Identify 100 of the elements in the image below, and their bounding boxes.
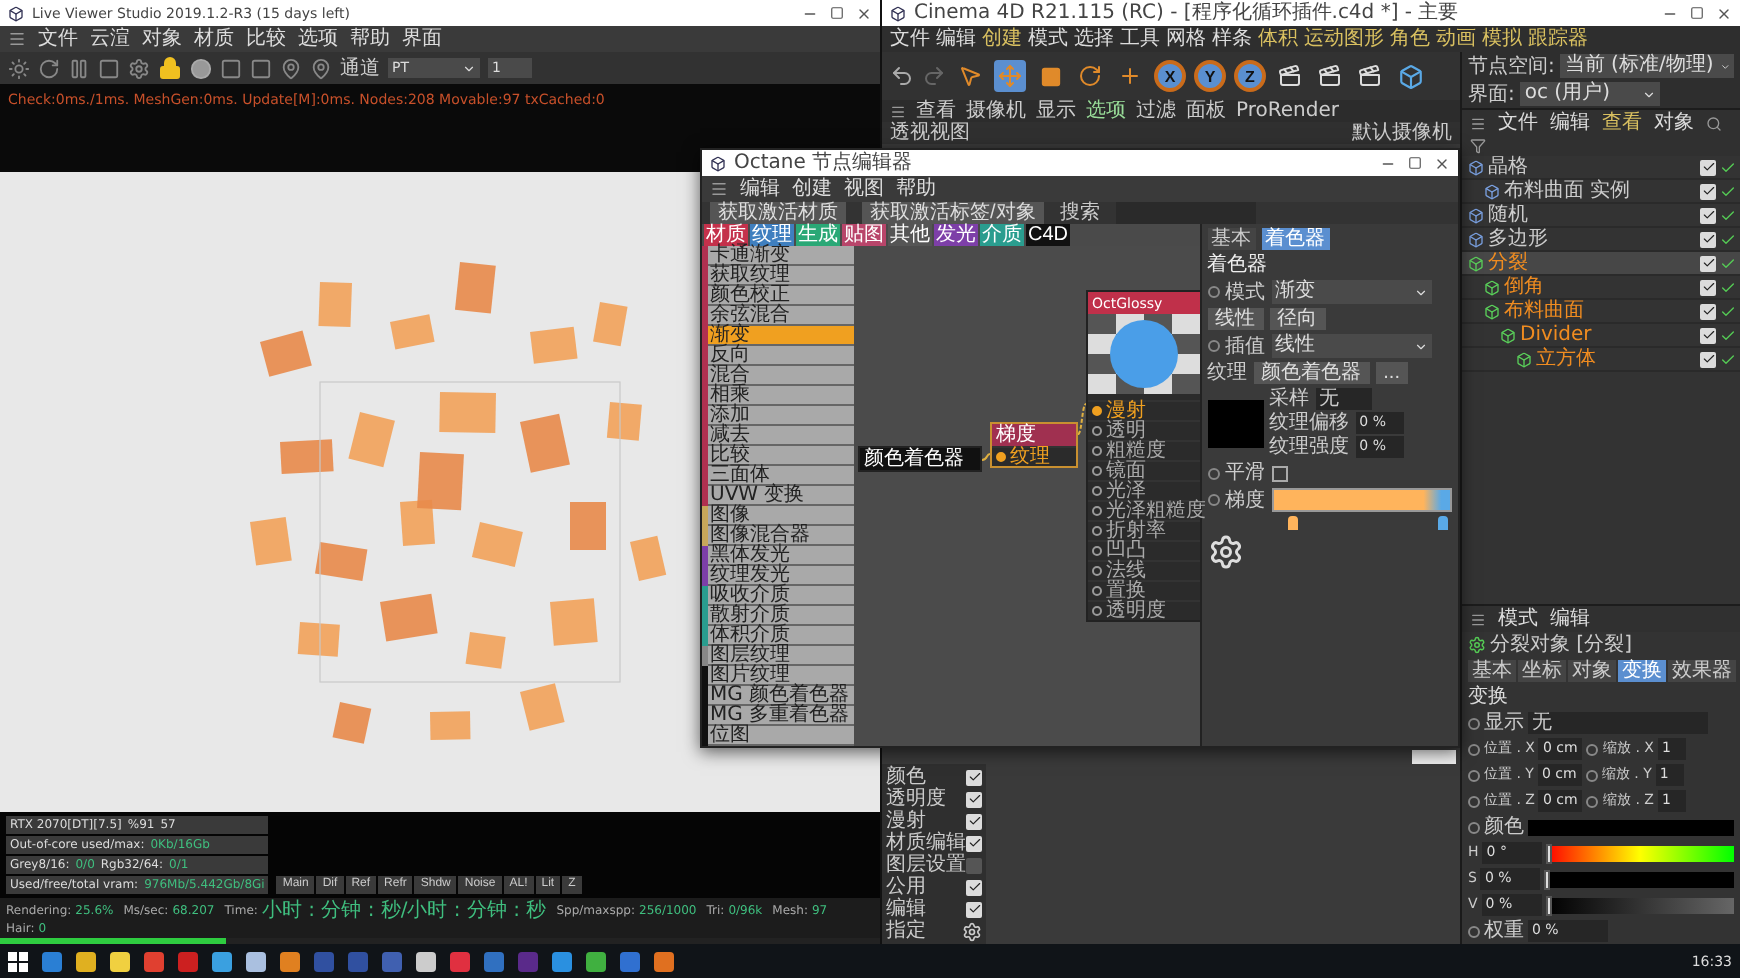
menu-item[interactable]: 选择	[1074, 28, 1114, 50]
color-swatch[interactable]	[1528, 819, 1734, 835]
node-list-item[interactable]: 图片纹理	[702, 666, 854, 686]
node-list-item[interactable]: 图像	[702, 506, 854, 526]
node-list-item[interactable]: 获取纹理	[702, 266, 854, 286]
lock-icon[interactable]	[158, 56, 182, 80]
mode-dropdown[interactable]: 渐变	[1271, 280, 1432, 304]
slider-thumb[interactable]	[1544, 869, 1551, 889]
menu-item[interactable]: 界面	[402, 28, 442, 50]
axis-button[interactable]: X	[1154, 60, 1186, 92]
channel-checkbox[interactable]	[966, 769, 982, 785]
node-list-item[interactable]: 三面体	[702, 466, 854, 486]
square-icon[interactable]	[98, 57, 120, 79]
menu-item[interactable]: 模式	[1498, 608, 1538, 630]
menu-item[interactable]: 编辑	[936, 28, 976, 50]
category-tab[interactable]: 其他	[888, 224, 932, 246]
tab[interactable]: 对象	[1568, 660, 1616, 682]
tab[interactable]: 效果器	[1668, 660, 1736, 682]
clapperboard-icon[interactable]	[1314, 60, 1346, 92]
layer-checkbox[interactable]	[1700, 183, 1716, 199]
maximize-icon[interactable]	[830, 6, 844, 20]
node-list-item[interactable]: 混合	[702, 366, 854, 386]
axis-button[interactable]: Z	[1234, 60, 1266, 92]
node-list-item[interactable]: 比较	[702, 446, 854, 466]
pin-icon[interactable]	[280, 57, 302, 79]
object-row[interactable]: 倒角	[1462, 276, 1740, 300]
object-row[interactable]: 布料曲面	[1462, 300, 1740, 324]
mode-button[interactable]: 线性	[1207, 308, 1264, 330]
menu-item[interactable]: 模式	[1028, 28, 1068, 50]
clapperboard-icon[interactable]	[1274, 60, 1306, 92]
mode-button[interactable]: 径向	[1269, 308, 1326, 330]
viewport-menu-item[interactable]: 面板	[1186, 100, 1226, 122]
menu-item[interactable]: 创建	[792, 178, 832, 200]
node-list-item[interactable]: 体积介质	[702, 626, 854, 646]
shader-node[interactable]: 颜色着色器	[858, 446, 982, 472]
filter-icon[interactable]	[1470, 138, 1486, 154]
close-icon[interactable]	[1716, 5, 1732, 21]
menu-item[interactable]: 云渲	[90, 28, 130, 50]
category-tab[interactable]: 纹理	[750, 224, 794, 246]
slider-thumb[interactable]	[1545, 895, 1552, 915]
menu-icon[interactable]	[710, 180, 728, 198]
viewport-menu-item[interactable]: ProRender	[1236, 100, 1339, 122]
menu-item[interactable]: 帮助	[350, 28, 390, 50]
node-list-item[interactable]: 余弦混合	[702, 306, 854, 326]
node-list-item[interactable]: MG 多重着色器	[702, 706, 854, 726]
object-row[interactable]: 布料曲面 实例	[1462, 180, 1740, 204]
node-list-item[interactable]: 卡通渐变	[702, 246, 854, 266]
layer-checkbox[interactable]	[1700, 255, 1716, 271]
channel-checkbox[interactable]	[966, 791, 982, 807]
interpolation-dropdown[interactable]: 线性	[1271, 334, 1432, 358]
viewport-menu-item[interactable]: 显示	[1036, 100, 1076, 122]
menu-item[interactable]: 编辑	[740, 178, 780, 200]
gradient-node[interactable]: 梯度 纹理	[990, 422, 1078, 468]
layer-checkbox[interactable]	[1700, 303, 1716, 319]
menu-item[interactable]: 编辑	[1550, 608, 1590, 630]
menu-item[interactable]: 体积	[1258, 28, 1298, 50]
menu-icon[interactable]	[8, 30, 26, 48]
node-list-item[interactable]: 颜色校正	[702, 286, 854, 306]
menu-item[interactable]: 创建	[982, 28, 1022, 50]
texture-button[interactable]: 颜色着色器	[1253, 362, 1370, 384]
node-list-item[interactable]: 相乘	[702, 386, 854, 406]
node-list-item[interactable]: 黑体发光	[702, 546, 854, 566]
settings-icon[interactable]	[128, 57, 150, 79]
category-tab[interactable]: 发光	[934, 224, 978, 246]
menu-item[interactable]: 文件	[1498, 112, 1538, 134]
axis-button[interactable]: Y	[1194, 60, 1226, 92]
tab[interactable]: 坐标	[1518, 660, 1566, 682]
pin-icon[interactable]	[310, 57, 332, 79]
menu-item[interactable]: 文件	[38, 28, 78, 50]
sun-icon[interactable]	[8, 57, 30, 79]
layer-checkbox[interactable]	[1700, 207, 1716, 223]
object-row[interactable]: Divider	[1462, 324, 1740, 348]
node-space-dropdown[interactable]: 当前 (标准/物理)	[1560, 54, 1734, 78]
menu-item[interactable]: 模拟	[1482, 28, 1522, 50]
node-list-item[interactable]: UVW 变换	[702, 486, 854, 506]
object-row[interactable]: 晶格	[1462, 156, 1740, 180]
node-list-item[interactable]: 图像混合器	[702, 526, 854, 546]
gradient-knot[interactable]	[1438, 516, 1448, 530]
sphere-icon[interactable]	[190, 57, 212, 79]
node-list-item[interactable]: 图层纹理	[702, 646, 854, 666]
display-field[interactable]: 无	[1528, 712, 1708, 734]
node-list-item[interactable]: 反向	[702, 346, 854, 366]
smooth-checkbox[interactable]	[1271, 465, 1288, 481]
menu-item[interactable]: 文件	[890, 28, 930, 50]
maximize-icon[interactable]	[1408, 156, 1422, 170]
maximize-icon[interactable]	[1690, 6, 1704, 20]
menu-item[interactable]: 材质	[194, 28, 234, 50]
channel-checkbox[interactable]	[966, 857, 982, 873]
layer-checkbox[interactable]	[1700, 231, 1716, 247]
square-icon[interactable]	[220, 57, 242, 79]
menu-icon[interactable]	[890, 103, 906, 119]
layer-checkbox[interactable]	[1700, 159, 1716, 175]
layer-checkbox[interactable]	[1700, 351, 1716, 367]
cube-icon[interactable]	[1394, 60, 1426, 92]
object-row[interactable]: 立方体	[1462, 348, 1740, 372]
object-row[interactable]: 随机	[1462, 204, 1740, 228]
viewport-menu-item[interactable]: 过滤	[1136, 100, 1176, 122]
pause-icon[interactable]	[68, 57, 90, 79]
viewport-menu-item[interactable]: 摄像机	[966, 100, 1026, 122]
node-list-item[interactable]: MG 颜色着色器	[702, 686, 854, 706]
